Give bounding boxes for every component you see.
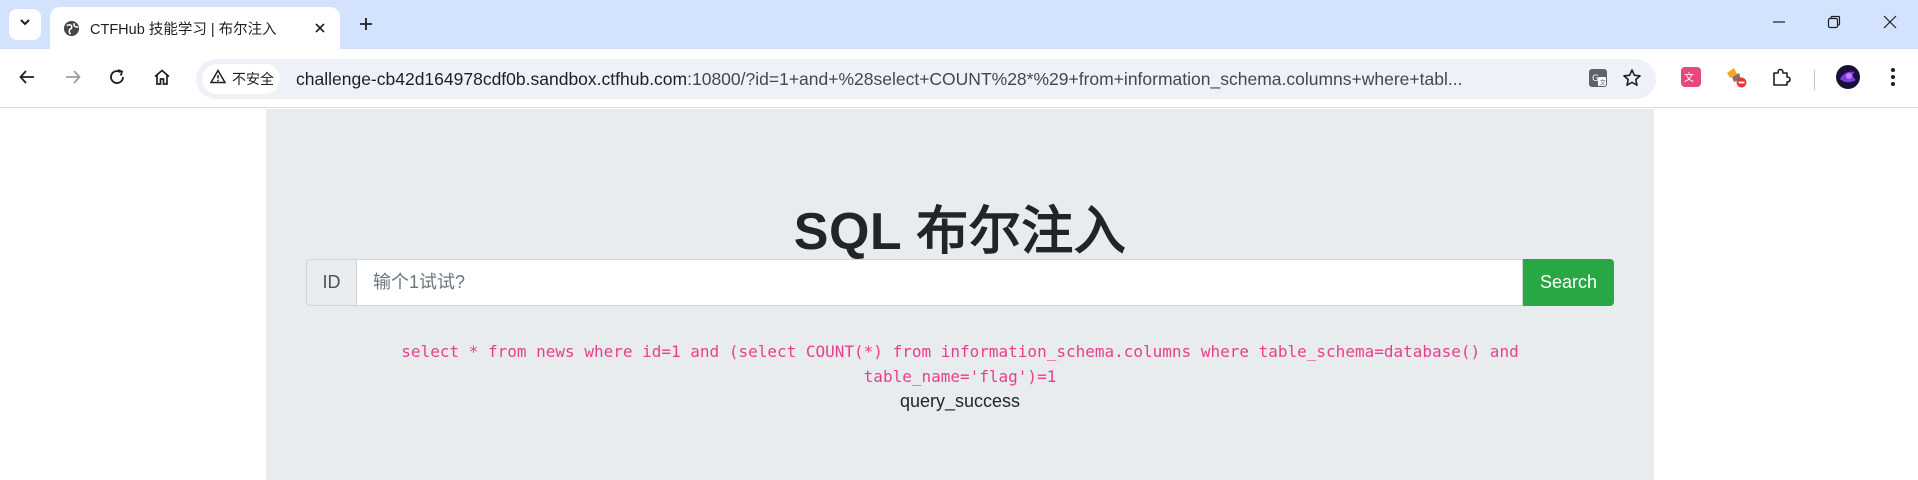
translate-button[interactable]: G文	[1587, 68, 1609, 93]
id-label: ID	[306, 259, 356, 306]
arrow-right-icon	[64, 68, 82, 91]
restore-icon	[1827, 15, 1841, 34]
puzzle-blocked-icon	[1724, 65, 1748, 94]
query-result: query_success	[899, 391, 1021, 411]
puzzle-icon	[1771, 67, 1791, 92]
page-title: SQL 布尔注入	[793, 203, 1127, 261]
tab-title: CTFHub 技能学习 | 布尔注入	[90, 21, 277, 38]
id-input[interactable]	[356, 259, 1523, 306]
extensions-button[interactable]	[1768, 66, 1794, 92]
jumbotron: SQL 布尔注入 ID Search select * from news wh…	[266, 109, 1654, 480]
star-icon	[1622, 68, 1642, 93]
minimize-icon	[1772, 15, 1786, 34]
translate-icon: G文	[1588, 68, 1608, 93]
tab-strip: CTFHub 技能学习 | 布尔注入	[0, 0, 1918, 49]
address-bar[interactable]: 不安全 challenge-cb42d164978cdf0b.sandbox.c…	[196, 59, 1656, 99]
plus-icon	[358, 16, 374, 37]
restore-button[interactable]	[1820, 12, 1848, 36]
kebab-menu-icon	[1890, 67, 1896, 92]
hackbar-extension-button[interactable]	[1723, 66, 1749, 92]
svg-text:文: 文	[1600, 77, 1607, 86]
reload-button[interactable]	[103, 65, 131, 93]
security-chip-label: 不安全	[232, 71, 274, 87]
browser-menu-button[interactable]	[1880, 66, 1906, 92]
warning-icon	[209, 69, 227, 89]
url-path: :10800/?id=1+and+%28select+COUNT%28*%29+…	[687, 69, 1463, 89]
sql-query-line-2: table_name='flag')=1	[863, 367, 1057, 386]
translate-extension-icon: 文	[1680, 66, 1702, 93]
reload-icon	[108, 68, 126, 91]
close-icon[interactable]	[310, 18, 330, 38]
forward-button[interactable]	[59, 65, 87, 93]
security-chip[interactable]: 不安全	[202, 64, 280, 94]
tab-search-button[interactable]	[9, 9, 41, 40]
back-button[interactable]	[13, 65, 41, 93]
translate-extension-button[interactable]: 文	[1678, 66, 1704, 92]
arrow-left-icon	[18, 68, 36, 91]
home-icon	[153, 68, 171, 91]
search-button[interactable]: Search	[1523, 259, 1614, 306]
chevron-down-icon	[18, 15, 32, 34]
home-button[interactable]	[148, 65, 176, 93]
active-tab[interactable]: CTFHub 技能学习 | 布尔注入	[50, 7, 340, 49]
globe-icon	[62, 19, 80, 37]
page-viewport: SQL 布尔注入 ID Search select * from news wh…	[0, 109, 1918, 480]
sql-query-line-1: select * from news where id=1 and (selec…	[401, 342, 1519, 361]
profile-button[interactable]	[1835, 64, 1861, 95]
url-host: challenge-cb42d164978cdf0b.sandbox.ctfhu…	[296, 69, 688, 89]
toolbar-divider	[1814, 70, 1815, 90]
search-form: ID Search	[306, 259, 1614, 306]
close-window-button[interactable]	[1876, 12, 1904, 36]
browser-toolbar: 不安全 challenge-cb42d164978cdf0b.sandbox.c…	[0, 49, 1918, 108]
close-icon	[1883, 15, 1897, 34]
avatar	[1835, 64, 1861, 95]
svg-text:G: G	[1592, 74, 1599, 84]
bookmark-button[interactable]	[1621, 68, 1643, 93]
minimize-button[interactable]	[1765, 12, 1793, 36]
url-text[interactable]: challenge-cb42d164978cdf0b.sandbox.ctfhu…	[296, 69, 1561, 90]
svg-text:文: 文	[1684, 71, 1694, 84]
new-tab-button[interactable]	[352, 12, 380, 40]
